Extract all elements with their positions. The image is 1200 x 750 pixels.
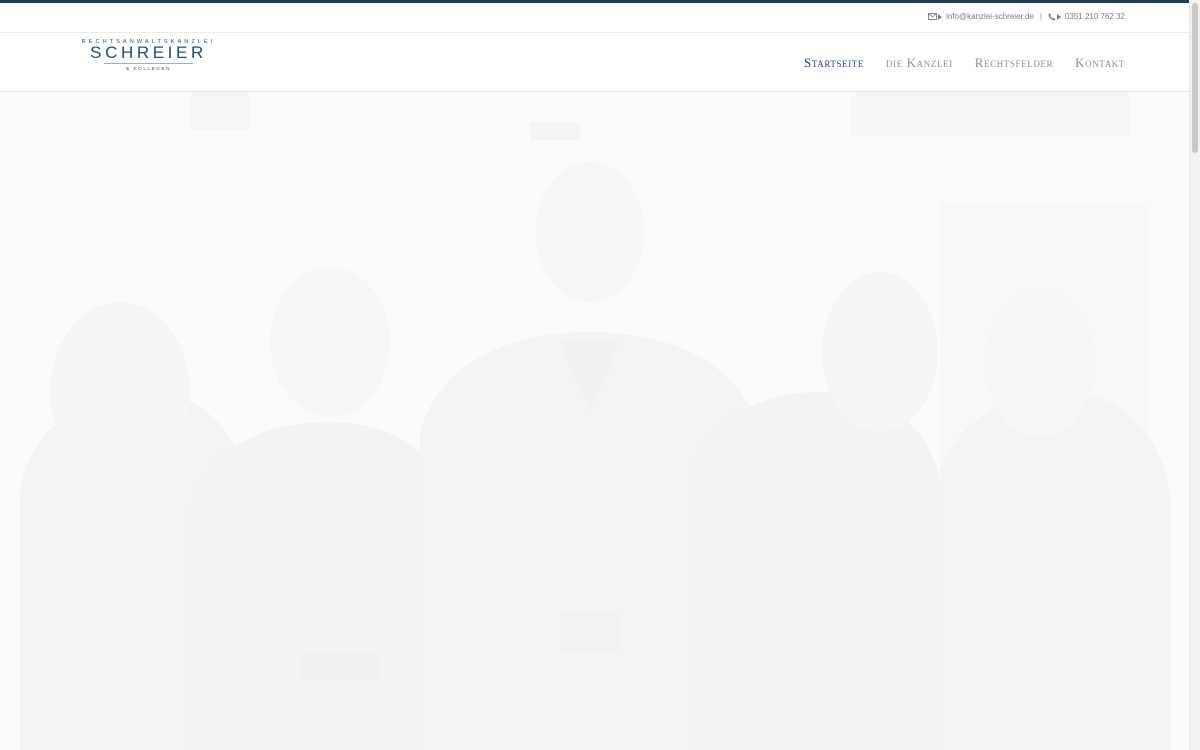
contact-separator: | [1039, 12, 1042, 21]
phone-icon [1048, 12, 1061, 21]
nav-item-kontakt[interactable]: Kontakt [1075, 55, 1125, 71]
phone-link[interactable]: 0351 210 762 32 [1065, 12, 1125, 21]
main-nav: Startseite die Kanzlei Rechtsfelder Kont… [804, 55, 1125, 71]
hero-team-photo [0, 92, 1190, 750]
hero-image [0, 92, 1190, 750]
nav-item-rechtsfelder[interactable]: Rechtsfelder [975, 55, 1053, 71]
logo-subline: & KOLLEGEN [125, 66, 172, 71]
logo-name: SCHREIER [90, 43, 207, 62]
page-scrollbar[interactable] [1189, 0, 1200, 750]
logo[interactable]: RECHTSANWALTSKANZLEI SCHREIER & KOLLEGEN [70, 39, 227, 75]
site-header: RECHTSANWALTSKANZLEI SCHREIER & KOLLEGEN… [0, 33, 1190, 92]
nav-item-startseite[interactable]: Startseite [804, 55, 864, 71]
top-bar: info@kanzlei-schreier.de | 0351 210 762 … [0, 3, 1190, 33]
contact-info: info@kanzlei-schreier.de | 0351 210 762 … [928, 12, 1125, 21]
scrollbar-thumb[interactable] [1192, 3, 1198, 153]
email-link[interactable]: info@kanzlei-schreier.de [946, 12, 1034, 21]
nav-item-kanzlei[interactable]: die Kanzlei [886, 55, 953, 71]
logo-rule [104, 63, 193, 64]
envelope-icon [928, 13, 943, 20]
